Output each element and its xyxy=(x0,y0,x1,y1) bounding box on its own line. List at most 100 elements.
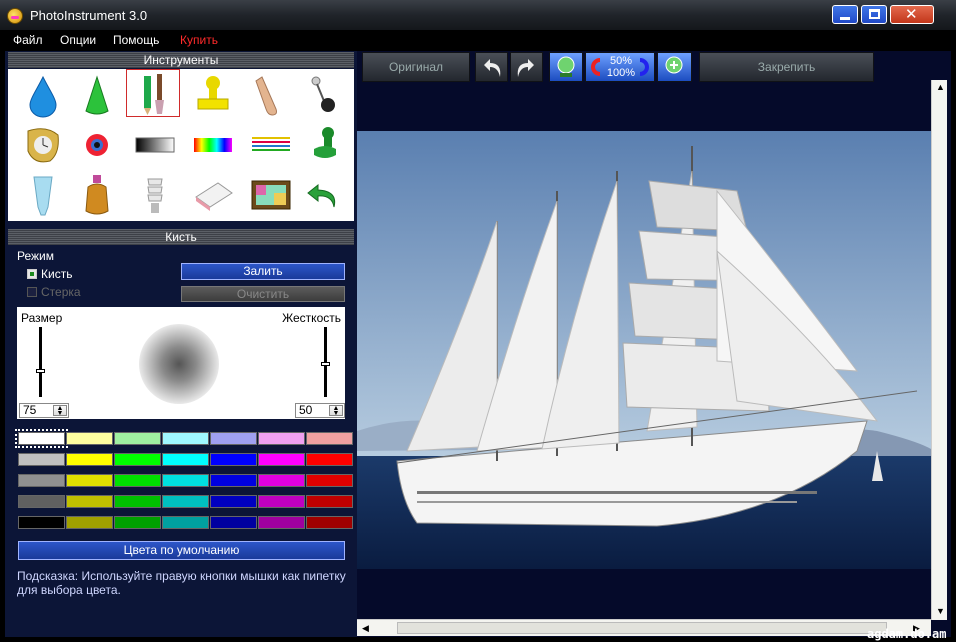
color-swatch[interactable] xyxy=(210,432,257,445)
fill-button[interactable]: Залить xyxy=(181,263,345,280)
zoom-in-button[interactable] xyxy=(657,52,692,82)
horizontal-scrollbar[interactable]: ◀ ▶ xyxy=(357,619,931,636)
eraser-tool-button[interactable] xyxy=(186,171,240,219)
image-canvas[interactable] xyxy=(357,131,931,619)
original-button[interactable]: Оригинал xyxy=(362,52,470,82)
hardness-spinbox[interactable]: 50 ▲ ▼ xyxy=(295,403,345,418)
color-swatch[interactable] xyxy=(18,474,65,487)
color-swatch[interactable] xyxy=(258,432,305,445)
bottle-tool-button[interactable] xyxy=(70,171,124,219)
color-swatch[interactable] xyxy=(162,474,209,487)
pin-button[interactable]: Закрепить xyxy=(699,52,874,82)
color-swatch[interactable] xyxy=(66,432,113,445)
color-swatch[interactable] xyxy=(162,432,209,445)
zoom-top-text: 50% xyxy=(609,55,633,67)
drop-tool-button[interactable] xyxy=(16,71,70,119)
color-swatch[interactable] xyxy=(258,474,305,487)
color-swatch[interactable] xyxy=(306,516,353,529)
color-swatch[interactable] xyxy=(162,495,209,508)
color-swatch[interactable] xyxy=(18,516,65,529)
menu-file[interactable]: Файл xyxy=(13,33,43,47)
color-swatch[interactable] xyxy=(114,495,161,508)
redo-button[interactable] xyxy=(510,52,543,82)
menu-help[interactable]: Помощь xyxy=(113,33,159,47)
hardness-spin-arrows-icon[interactable]: ▲ ▼ xyxy=(329,405,343,417)
color-swatch[interactable] xyxy=(210,495,257,508)
pushpin-tool-button[interactable] xyxy=(298,121,352,169)
color-swatch[interactable] xyxy=(66,495,113,508)
color-swatch[interactable] xyxy=(114,474,161,487)
color-swatch[interactable] xyxy=(306,495,353,508)
color-swatch[interactable] xyxy=(162,453,209,466)
size-spin-arrows-icon[interactable]: ▲ ▼ xyxy=(53,405,67,417)
color-swatch[interactable] xyxy=(258,495,305,508)
color-swatch[interactable] xyxy=(66,516,113,529)
zoom-bottom-text: 100% xyxy=(606,67,636,79)
zoom-in-icon xyxy=(665,56,683,74)
color-swatch[interactable] xyxy=(306,474,353,487)
tools-panel-header: Инструменты xyxy=(8,52,354,68)
horizontal-scroll-thumb[interactable] xyxy=(397,622,887,634)
color-swatch[interactable] xyxy=(258,453,305,466)
clock-tool-button[interactable] xyxy=(16,121,70,169)
minimize-button[interactable] xyxy=(832,5,858,24)
left-panel: Инструменты Кисть Режим Кисть Стерка Зал… xyxy=(5,51,357,637)
undo-tool-button[interactable] xyxy=(298,171,352,219)
lines-tool-button[interactable] xyxy=(244,121,298,169)
mode-eraser-label[interactable]: Стерка xyxy=(41,285,81,299)
smudge-tool-button[interactable] xyxy=(244,71,298,119)
bulb-tool-button[interactable] xyxy=(128,171,182,219)
texture-tool-button[interactable] xyxy=(244,171,298,219)
color-swatch[interactable] xyxy=(15,429,68,448)
title-bar: PhotoInstrument 3.0 ✕ xyxy=(0,0,956,31)
zoom-out-button[interactable] xyxy=(549,52,583,82)
color-swatch[interactable] xyxy=(210,516,257,529)
mode-brush-radio[interactable] xyxy=(27,269,37,279)
brush-tool-button[interactable] xyxy=(126,69,180,117)
pin-tool-button[interactable] xyxy=(298,71,352,119)
stamp-tool-button[interactable] xyxy=(186,71,240,119)
tube-tool-button[interactable] xyxy=(16,171,70,219)
mode-brush-label[interactable]: Кисть xyxy=(41,267,72,281)
scroll-down-icon[interactable]: ▼ xyxy=(936,606,945,616)
color-swatch[interactable] xyxy=(18,453,65,466)
color-swatch[interactable] xyxy=(66,453,113,466)
scroll-up-icon[interactable]: ▲ xyxy=(936,82,945,92)
red-eye-tool-button[interactable] xyxy=(70,121,124,169)
hint-text: Подсказка: Используйте правую кнопки мыш… xyxy=(17,569,346,597)
scroll-left-icon[interactable]: ◀ xyxy=(362,623,369,634)
menu-options[interactable]: Опции xyxy=(60,33,96,47)
size-slider-thumb[interactable] xyxy=(36,369,45,373)
clear-button[interactable]: Очистить xyxy=(181,286,345,302)
sharpen-tool-button[interactable] xyxy=(70,71,124,119)
color-swatch[interactable] xyxy=(18,495,65,508)
mode-eraser-radio[interactable] xyxy=(27,287,37,297)
bottle-icon xyxy=(85,175,109,215)
bulb-icon xyxy=(147,178,163,213)
size-slider[interactable] xyxy=(39,327,42,397)
maximize-button[interactable] xyxy=(861,5,887,24)
size-spinbox[interactable]: 75 ▲ ▼ xyxy=(19,403,69,418)
color-swatch[interactable] xyxy=(210,474,257,487)
color-swatch[interactable] xyxy=(210,453,257,466)
color-swatch[interactable] xyxy=(66,474,113,487)
vertical-scrollbar[interactable]: ▲ ▼ xyxy=(931,80,947,620)
color-swatch[interactable] xyxy=(306,432,353,445)
zoom-level-toggle[interactable]: 50% 100% xyxy=(585,52,655,82)
lines-icon xyxy=(252,137,290,151)
color-swatch[interactable] xyxy=(258,516,305,529)
color-swatch[interactable] xyxy=(162,516,209,529)
color-swatch[interactable] xyxy=(114,432,161,445)
hardness-slider-thumb[interactable] xyxy=(321,362,330,366)
undo-icon xyxy=(484,59,501,77)
menu-buy[interactable]: Купить xyxy=(180,33,218,47)
gradient-tool-button[interactable] xyxy=(128,121,182,169)
color-swatch[interactable] xyxy=(306,453,353,466)
color-swatch[interactable] xyxy=(114,453,161,466)
default-colors-button[interactable]: Цвета по умолчанию xyxy=(18,541,345,560)
undo-button[interactable] xyxy=(475,52,508,82)
rainbow-tool-button[interactable] xyxy=(186,121,240,169)
close-button[interactable]: ✕ xyxy=(890,5,934,24)
color-swatch[interactable] xyxy=(114,516,161,529)
tv-icon xyxy=(251,180,291,210)
